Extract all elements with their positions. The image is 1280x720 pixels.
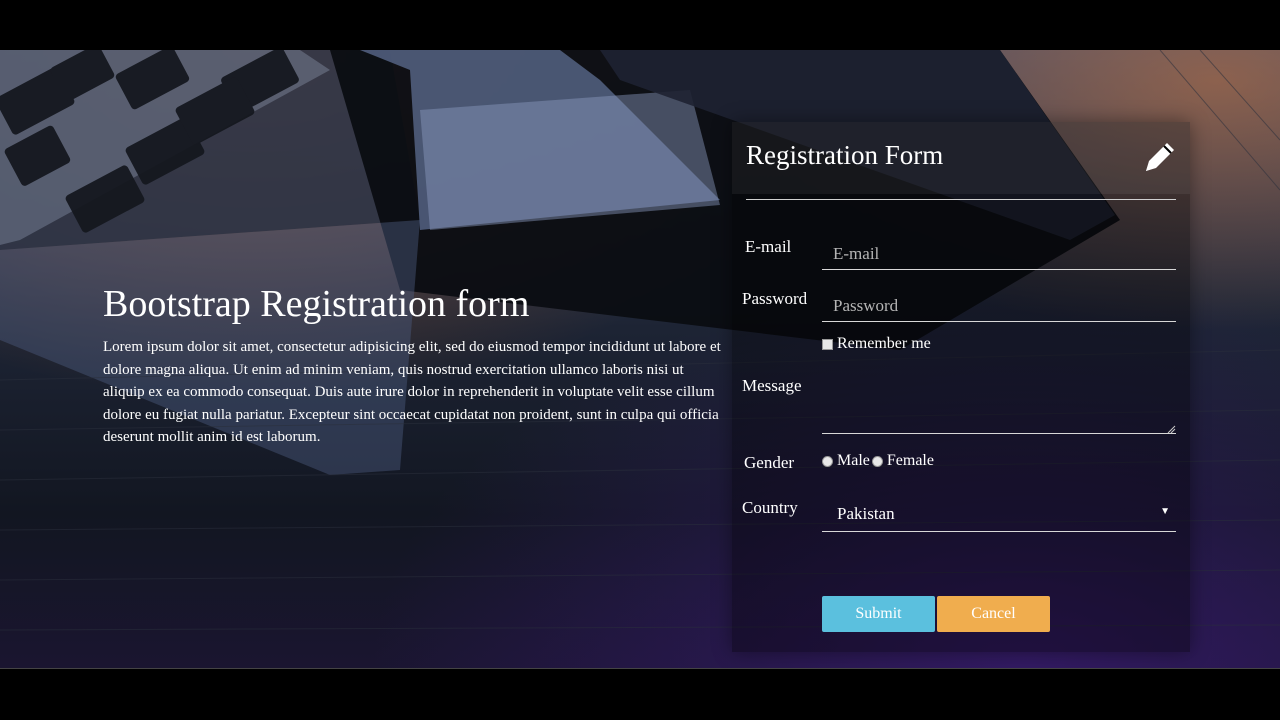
remember-me-checkbox[interactable] (822, 338, 833, 350)
gender-female-label: Female (886, 452, 934, 469)
country-select[interactable]: Pakistan ▼ (822, 496, 1176, 532)
message-label: Message (742, 376, 802, 395)
hero-description: Lorem ipsum dolor sit amet, consectetur … (103, 339, 721, 445)
gender-male-radio[interactable] (822, 455, 833, 467)
hero-title: Bootstrap Registration form (103, 283, 530, 325)
email-label: E-mail (745, 237, 792, 256)
country-selected-value: Pakistan (837, 504, 895, 523)
country-label: Country (742, 498, 798, 517)
form-header: Registration Form (732, 122, 1190, 194)
gender-male-label: Male (837, 452, 870, 469)
caret-down-icon: ▼ (1160, 506, 1170, 517)
background: Bootstrap Registration form Lorem ipsum … (0, 50, 1280, 669)
gender-female-radio[interactable] (871, 455, 883, 467)
pencil-icon (1146, 143, 1174, 171)
remember-me-label: Remember me (837, 335, 931, 352)
gender-options: Male Female (822, 452, 936, 470)
remember-me-option[interactable]: Remember me (822, 335, 931, 353)
cancel-button[interactable]: Cancel (937, 596, 1050, 632)
form-title: Registration Form (746, 140, 944, 170)
password-label: Password (742, 289, 808, 308)
email-field[interactable] (822, 238, 1176, 270)
gender-label: Gender (744, 453, 795, 472)
submit-button[interactable]: Submit (822, 596, 935, 632)
message-textarea[interactable] (822, 354, 1176, 434)
password-field[interactable] (822, 290, 1176, 322)
header-divider (746, 199, 1176, 200)
resize-handle-icon[interactable] (1167, 425, 1176, 434)
registration-form-panel: Registration Form E-mail Password Rememb… (732, 122, 1190, 652)
bottom-divider (0, 668, 1280, 669)
